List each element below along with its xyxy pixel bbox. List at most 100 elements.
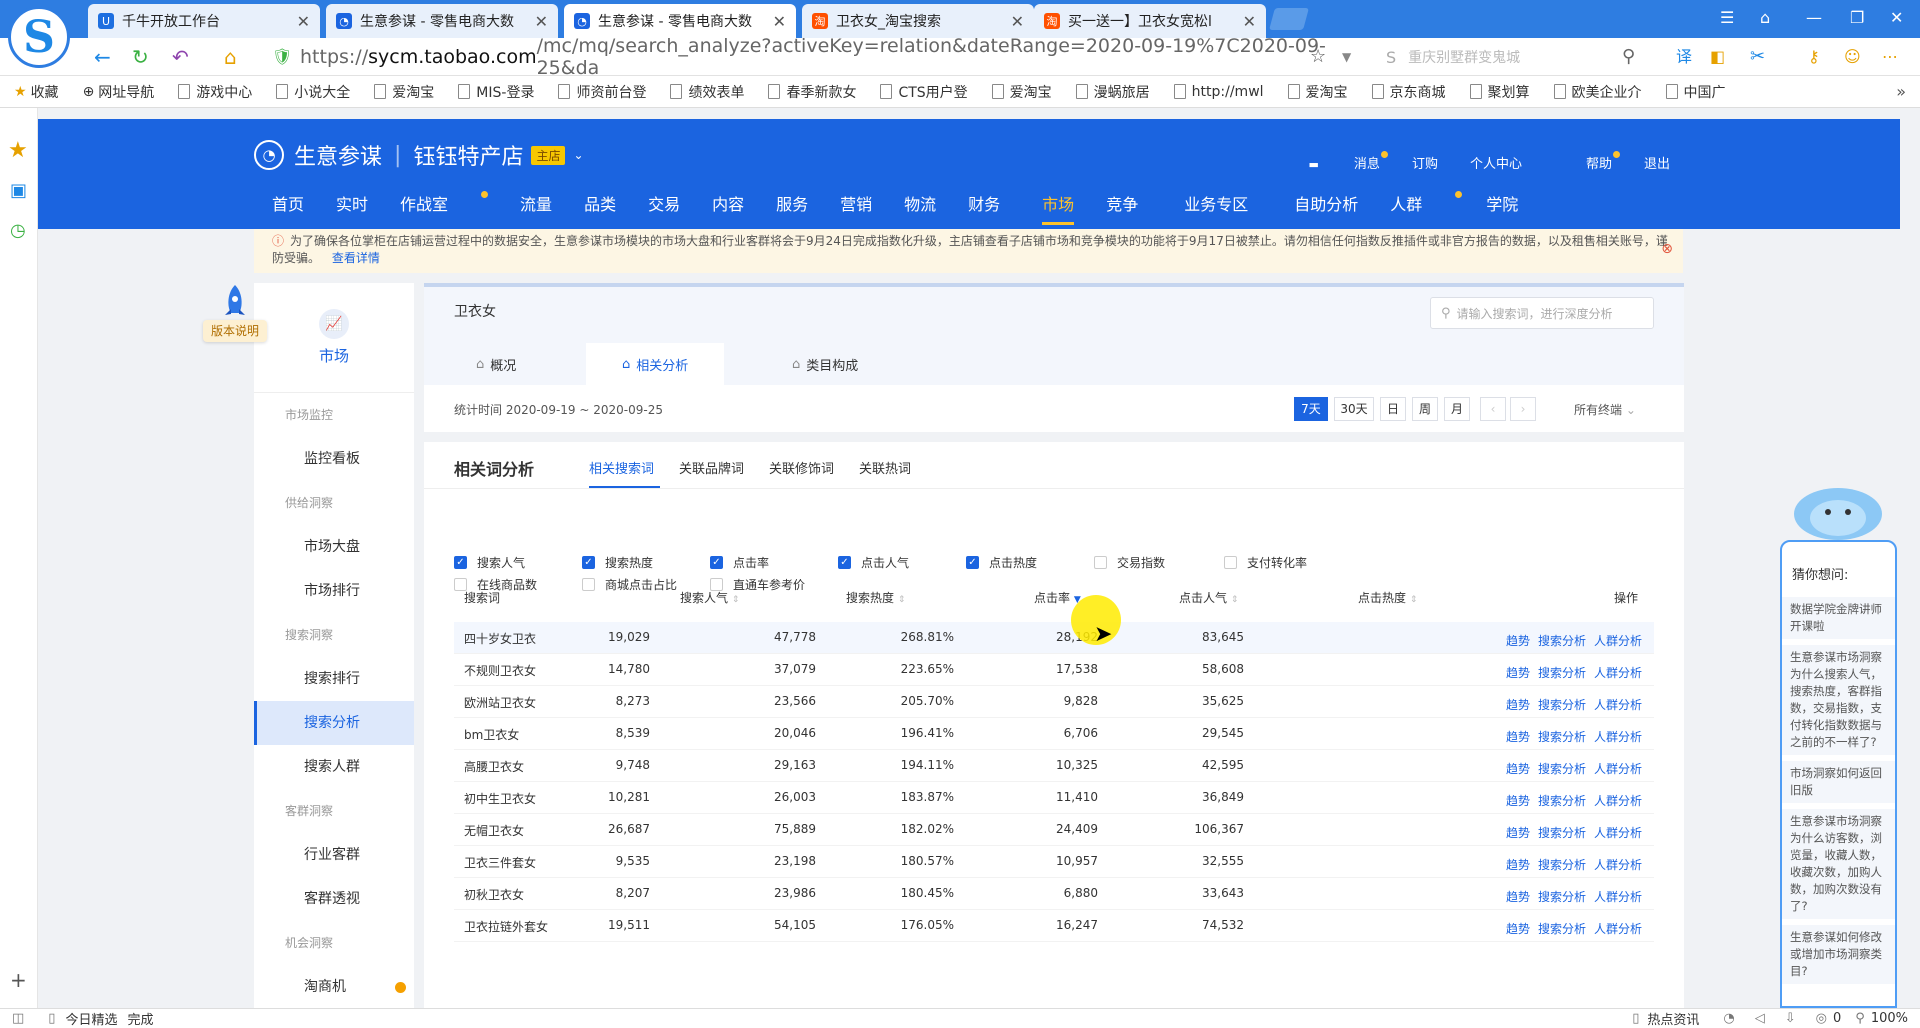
extension-icon[interactable]: ◧ [1710,44,1725,70]
bookmark-item[interactable]: 游戏中心 [178,82,252,102]
emoji-icon[interactable]: ☺ [1844,44,1861,70]
brand[interactable]: ◔ 生意参谋 | 钰钰特产店 主店 ⌄ [254,139,584,171]
bookmark-item[interactable]: 春季新款女 [768,82,856,102]
bookmark-item[interactable]: ⊕ 网址导航 [83,82,155,102]
nav-warroom[interactable]: 作战室 [400,191,489,225]
browser-tab[interactable]: U 千牛开放工作台 ✕ [88,4,320,38]
trend-link[interactable]: 趋势 [1506,794,1530,808]
menu-item-opportunity[interactable]: 淘商机 [254,965,414,1009]
nav-crowd[interactable]: 人群 [1390,191,1463,225]
nav-finance[interactable]: 财务 [968,191,1000,225]
minimize-icon[interactable]: — [1806,8,1822,27]
bookmark-item[interactable]: MIS-登录 [458,82,534,102]
key-icon[interactable]: ⚷ [1808,44,1820,70]
helper-question[interactable]: 生意参谋市场洞察为什么搜索人气，搜索热度，客群指数，交易指数，支付转化指数数据与… [1782,645,1895,755]
menu-item-monitor-board[interactable]: 监控看板 [254,437,414,481]
search-analysis-link[interactable]: 搜索分析 [1538,762,1586,776]
bookmark-item[interactable]: 欧美企业介 [1553,82,1642,102]
crowd-analysis-link[interactable]: 人群分析 [1594,666,1642,680]
menu-icon[interactable]: ☰ [1720,8,1734,27]
nav-market[interactable]: 市场 [1042,191,1075,225]
nav-competition[interactable]: 竞争 [1106,191,1138,225]
restore-icon[interactable]: ❐ [1850,8,1864,27]
crowd-analysis-link[interactable]: 人群分析 [1594,698,1642,712]
terminal-select[interactable]: 所有终端 ⌄ [1574,401,1636,418]
trend-link[interactable]: 趋势 [1506,730,1530,744]
back-icon[interactable]: ← [94,44,111,70]
trend-link[interactable]: 趋势 [1506,762,1530,776]
crowd-analysis-link[interactable]: 人群分析 [1594,826,1642,840]
translate-icon[interactable]: 译 [1676,44,1692,70]
tab-related-analysis[interactable]: ⌂ 相关分析 [586,343,725,385]
tab-category[interactable]: ⌂ 类目构成 [792,343,858,385]
trend-link[interactable]: 趋势 [1506,698,1530,712]
crowd-analysis-link[interactable]: 人群分析 [1594,858,1642,872]
subtab-brand[interactable]: 关联品牌词 [679,458,744,477]
period-week-button[interactable]: 周 [1412,397,1438,421]
trend-link[interactable]: 趋势 [1506,890,1530,904]
period-day-button[interactable]: 日 [1380,397,1406,421]
nav-traffic[interactable]: 流量 [520,191,552,225]
subtab-hotword[interactable]: 关联热词 [859,458,911,477]
crowd-analysis-link[interactable]: 人群分析 [1594,890,1642,904]
close-icon[interactable]: ✕ [1011,12,1024,31]
trend-link[interactable]: 趋势 [1506,826,1530,840]
keyword-search-input[interactable]: ⚲ 请输入搜索词，进行深度分析 [1430,297,1654,329]
crowd-analysis-link[interactable]: 人群分析 [1594,794,1642,808]
col-search-popularity[interactable]: 搜索人气 ⇕ [680,586,739,622]
helper-mascot[interactable] [1790,480,1886,544]
chevron-down-icon[interactable]: ▼ [1342,44,1351,70]
history-icon[interactable]: ◷ [10,220,26,241]
browser-logo[interactable]: S [8,6,70,68]
nav-academy[interactable]: 学院 [1486,191,1518,225]
helper-question[interactable]: 数据学院金牌讲师开课啦 [1782,597,1895,639]
zoom-icon[interactable]: ⚲ [1855,1011,1865,1026]
bookmark-item[interactable]: http://mwl [1173,84,1264,100]
search-analysis-link[interactable]: 搜索分析 [1538,730,1586,744]
crowd-analysis-link[interactable]: 人群分析 [1594,730,1642,744]
bookmark-item[interactable]: 爱淘宝 [1287,82,1348,102]
new-tab-button[interactable] [1269,8,1309,30]
prev-icon[interactable]: ‹ [1480,397,1506,421]
sound-icon[interactable]: ◁ [1755,1011,1765,1026]
crowd-analysis-link[interactable]: 人群分析 [1594,922,1642,936]
col-search-heat[interactable]: 搜索热度 ⇕ [846,586,905,622]
close-window-icon[interactable]: ✕ [1890,8,1903,27]
bookmark-item[interactable]: 小说大全 [276,82,350,102]
trend-link[interactable]: 趋势 [1506,858,1530,872]
skin-icon[interactable]: ⌂ [1760,8,1770,27]
nav-service[interactable]: 服务 [776,191,808,225]
logout-link[interactable]: 退出 [1644,153,1670,172]
menu-item-industry-crowd[interactable]: 行业客群 [254,833,414,877]
nav-logistics[interactable]: 物流 [904,191,936,225]
more-icon[interactable]: ⋯ [1882,44,1898,70]
next-icon[interactable]: › [1510,397,1536,421]
nav-business[interactable]: 业务专区 [1184,191,1248,225]
browser-search-input[interactable]: S 重庆别墅群变鬼城 [1386,44,1656,70]
period-30d-button[interactable]: 30天 [1334,397,1374,421]
browser-tab[interactable]: 淘 卫衣女_淘宝搜索 ✕ [802,4,1034,38]
add-icon[interactable]: + [10,968,27,992]
messages-link[interactable]: ▬ 消息 [1277,151,1388,172]
zoom-value[interactable]: 100% [1871,1011,1908,1026]
bookmark-item[interactable]: 京东商城 [1371,82,1446,102]
col-click-popularity[interactable]: 点击人气 ⇕ [1179,586,1238,622]
menu-item-search-rank[interactable]: 搜索排行 [254,657,414,701]
reader-icon[interactable]: ▣ [10,180,27,201]
trend-link[interactable]: 趋势 [1506,634,1530,648]
more-bookmarks-icon[interactable]: » [1896,82,1906,101]
version-notes-badge[interactable]: 版本说明 [203,320,267,342]
search-analysis-link[interactable]: 搜索分析 [1538,922,1586,936]
metric-checkbox[interactable]: 支付转化率 [1224,554,1307,571]
nav-category[interactable]: 品类 [584,191,616,225]
trend-link[interactable]: 趋势 [1506,922,1530,936]
news-link[interactable]: 热点资讯 [1647,1009,1699,1028]
search-analysis-link[interactable]: 搜索分析 [1538,698,1586,712]
period-month-button[interactable]: 月 [1444,397,1470,421]
speed-icon[interactable]: ◔ [1723,1011,1734,1026]
metric-checkbox[interactable]: ✓ 点击率 [710,554,769,571]
subscribe-link[interactable]: 订购 [1412,153,1438,172]
close-icon[interactable]: ✕ [773,12,786,31]
notice-details-link[interactable]: 查看详情 [332,251,380,265]
search-analysis-link[interactable]: 搜索分析 [1538,858,1586,872]
